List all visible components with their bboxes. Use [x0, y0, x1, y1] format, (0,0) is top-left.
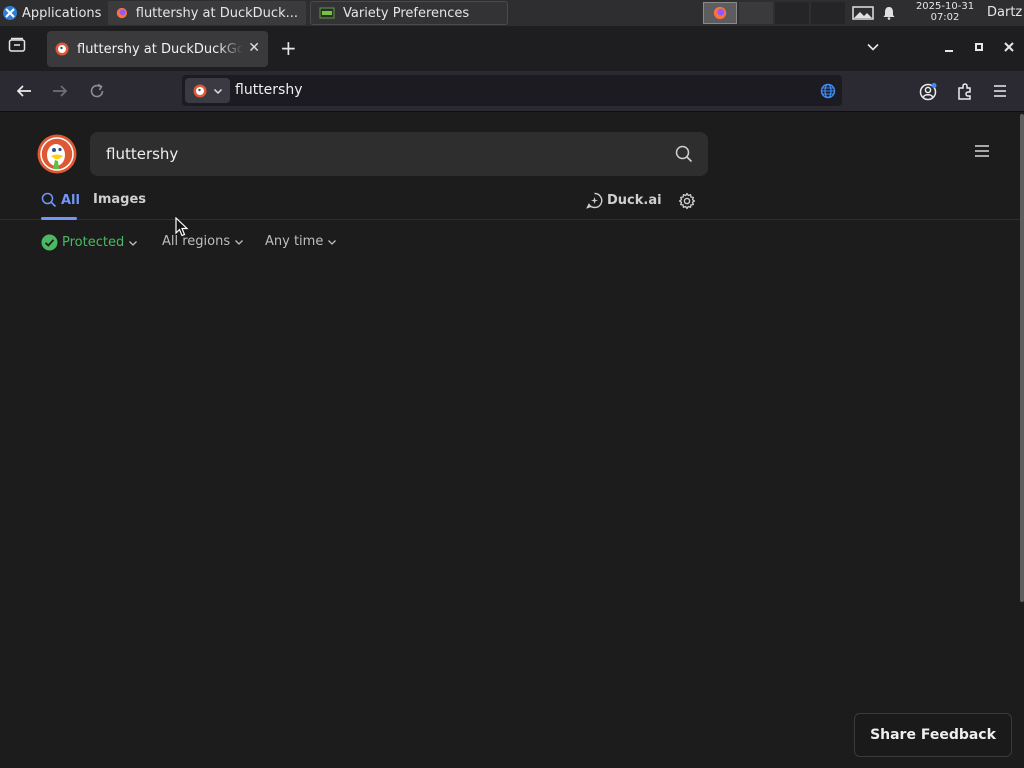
active-tab-indicator [41, 217, 77, 220]
time-filter-dropdown[interactable]: Any time [265, 234, 337, 249]
new-tab-button[interactable]: + [280, 38, 297, 58]
taskbar-item-firefox[interactable]: fluttershy at DuckDuck... [108, 1, 306, 25]
tab-all-label: All [61, 192, 80, 208]
browser-tab-active[interactable]: fluttershy at DuckDuckGo ✕ [47, 31, 268, 67]
applications-menu[interactable]: Applications [0, 0, 108, 26]
search-icon [41, 192, 57, 208]
address-bar[interactable]: fluttershy [182, 75, 842, 106]
hamburger-menu-icon[interactable] [974, 144, 990, 158]
duck-ai-label: Duck.ai [607, 193, 662, 208]
taskbar: Applications fluttershy at DuckDuck... V… [0, 0, 1024, 26]
page-scrollbar[interactable] [1020, 112, 1024, 768]
duck-ai-button[interactable]: Duck.ai [586, 192, 662, 209]
tab-strip: fluttershy at DuckDuckGo ✕ + [0, 26, 1024, 71]
maximize-window-icon[interactable] [974, 40, 984, 54]
search-query-text: fluttershy [106, 145, 179, 163]
protection-filter-label: Protected [62, 235, 125, 250]
taskbar-item-variety[interactable]: Variety Preferences [310, 1, 508, 25]
firefox-icon [116, 7, 128, 19]
chevron-down-icon [129, 240, 138, 246]
account-icon[interactable] [919, 82, 938, 101]
user-menu[interactable]: Dartz [987, 5, 1022, 20]
duckduckgo-logo-icon[interactable] [37, 134, 77, 174]
back-arrow-icon[interactable] [15, 82, 33, 100]
variety-icon [319, 7, 335, 19]
gear-icon[interactable] [678, 192, 696, 210]
checkmark-shield-icon [41, 234, 58, 251]
time-filter-label: Any time [265, 234, 324, 249]
tab-images[interactable]: Images [93, 192, 146, 207]
reload-icon[interactable] [88, 82, 106, 100]
workspace-4[interactable] [811, 2, 845, 24]
protection-filter-dropdown[interactable]: Protected [41, 234, 138, 251]
workspace-2[interactable] [739, 2, 773, 24]
search-filters: Protected All regions Any time [0, 230, 700, 254]
firefox-icon [713, 6, 727, 20]
notification-bell-icon[interactable] [882, 6, 896, 20]
chevron-down-icon [235, 239, 244, 245]
scrollbar-thumb[interactable] [1020, 114, 1024, 602]
search-results-page: fluttershy All Images Duck.ai Protected … [0, 112, 1020, 768]
search-icon[interactable] [675, 145, 693, 163]
translate-globe-icon[interactable] [820, 83, 836, 99]
duckduckgo-favicon-icon [193, 84, 206, 97]
app-menu-icon[interactable] [992, 82, 1008, 100]
firefox-view-icon[interactable] [8, 37, 26, 53]
share-feedback-button[interactable]: Share Feedback [854, 713, 1012, 757]
tab-title: fluttershy at DuckDuckGo [77, 41, 243, 57]
workspace-pager [703, 2, 845, 24]
tab-images-label: Images [93, 192, 147, 207]
extensions-puzzle-icon[interactable] [956, 82, 974, 100]
search-tabs-bar: All Images Duck.ai [0, 186, 1020, 220]
minimize-window-icon[interactable] [944, 40, 954, 54]
navigation-toolbar: fluttershy [0, 71, 1024, 112]
xfce-menu-icon [3, 6, 17, 20]
mouse-cursor-icon [175, 217, 189, 237]
clock-time: 07:02 [930, 12, 960, 23]
chevron-down-icon [328, 239, 337, 245]
close-tab-icon[interactable]: ✕ [248, 40, 260, 56]
duck-ai-chat-icon [586, 192, 603, 209]
taskbar-item-label: Variety Preferences [343, 5, 470, 21]
chevron-down-icon [213, 88, 222, 94]
search-input[interactable]: fluttershy [90, 132, 708, 176]
site-identity-button[interactable] [185, 78, 230, 103]
url-text: fluttershy [235, 82, 303, 98]
taskbar-item-label: fluttershy at DuckDuck... [135, 5, 298, 21]
workspace-1[interactable] [703, 2, 737, 24]
display-icon[interactable] [852, 6, 874, 20]
applications-label: Applications [22, 5, 102, 21]
workspace-3[interactable] [775, 2, 809, 24]
clock[interactable]: 2025-10-31 07:02 [912, 1, 978, 23]
clock-date: 2025-10-31 [915, 1, 975, 12]
close-window-icon[interactable] [1003, 40, 1015, 54]
list-all-tabs-chevron-icon[interactable] [866, 40, 880, 54]
tab-all[interactable]: All [41, 192, 80, 208]
forward-arrow-icon[interactable] [51, 82, 69, 100]
region-filter-label: All regions [162, 234, 231, 249]
duckduckgo-favicon-icon [55, 42, 69, 56]
system-tray [852, 0, 896, 26]
